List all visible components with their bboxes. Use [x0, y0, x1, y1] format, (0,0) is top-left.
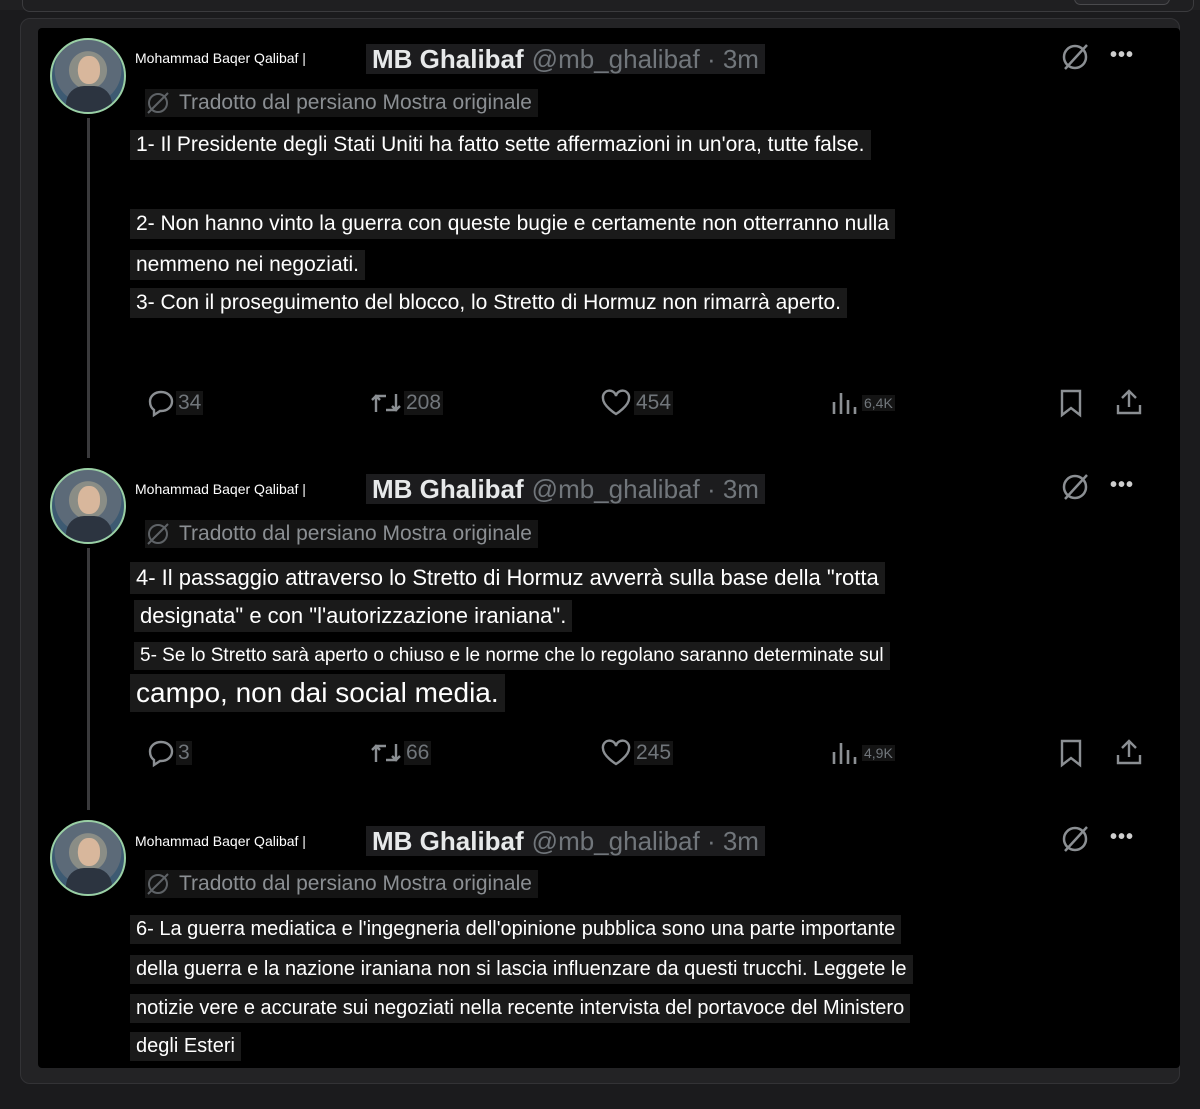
tweet-text-line: della guerra e la nazione iraniana non s… — [130, 955, 913, 984]
repost-count: 66 — [404, 741, 432, 765]
repost-arrows-icon — [371, 744, 401, 762]
translation-note[interactable]: Tradotto dal persiano Mostra originale — [145, 89, 538, 117]
tweet-text-line: 1- Il Presidente degli Stati Uniti ha fa… — [130, 130, 871, 160]
tweet-text-line: 6- La guerra mediatica e l'ingegneria de… — [130, 915, 902, 944]
reply-button[interactable]: 34 — [146, 388, 204, 418]
grok-icon[interactable] — [1060, 472, 1090, 502]
views-count: 4,9K — [862, 745, 895, 761]
speech-bubble-icon — [148, 390, 174, 418]
author-prefix: Mohammad Baqer Qalibaf | — [135, 833, 306, 849]
tweet-text-line: nemmeno nei negoziati. — [130, 250, 365, 280]
heart-icon — [601, 739, 631, 766]
tweet-text-line: degli Esteri — [130, 1032, 241, 1061]
translation-note[interactable]: Tradotto dal persiano Mostra originale — [145, 870, 538, 898]
share-upload-icon[interactable] — [1114, 737, 1144, 767]
translate-icon — [147, 92, 169, 114]
tweet-text-line: 5- Se lo Stretto sarà aperto o chiuso e … — [134, 642, 890, 670]
like-count: 245 — [634, 741, 674, 765]
author-prefix: Mohammad Baqer Qalibaf | — [135, 481, 306, 497]
tweet-text-line: notizie vere e accurate sui negoziati ne… — [130, 994, 911, 1023]
action-bar: 34 208 454 6,4K — [0, 384, 1200, 424]
more-dots-icon[interactable]: ••• — [1110, 44, 1134, 67]
views-button[interactable]: 4,9K — [828, 738, 895, 768]
top-frame — [22, 0, 1194, 12]
top-pill-button[interactable] — [1074, 0, 1170, 5]
bar-chart-icon — [832, 393, 857, 414]
bar-chart-icon — [832, 743, 857, 764]
tweet-text-line: 2- Non hanno vinto la guerra con queste … — [130, 209, 896, 239]
tweet-text-line: 3- Con il proseguimento del blocco, lo S… — [130, 288, 847, 318]
views-count: 6,4K — [862, 395, 895, 411]
handle-and-time[interactable]: @mb_ghalibaf · 3m — [532, 826, 759, 857]
speech-bubble-icon — [148, 740, 174, 768]
grok-icon[interactable] — [1060, 824, 1090, 854]
repost-button[interactable]: 208 — [368, 388, 444, 418]
tweet-text-line: 4- Il passaggio attraverso lo Stretto di… — [130, 562, 885, 594]
share-upload-icon[interactable] — [1114, 387, 1144, 417]
translate-icon — [147, 873, 169, 895]
repost-count: 208 — [404, 391, 444, 415]
reply-button[interactable]: 3 — [146, 738, 192, 768]
handle-and-time[interactable]: @mb_ghalibaf · 3m — [532, 474, 759, 505]
author-header[interactable]: MB Ghalibaf @mb_ghalibaf · 3m — [366, 44, 765, 74]
action-bar: 3 66 245 4,9K — [0, 736, 1200, 776]
thread-panel — [38, 28, 1180, 1068]
like-button[interactable]: 245 — [598, 738, 674, 768]
bookmark-icon[interactable] — [1058, 388, 1084, 418]
avatar[interactable] — [50, 468, 126, 544]
like-count: 454 — [634, 391, 674, 415]
translation-text[interactable]: Tradotto dal persiano Mostra originale — [179, 91, 532, 115]
translation-text[interactable]: Tradotto dal persiano Mostra originale — [179, 872, 532, 896]
like-button[interactable]: 454 — [598, 388, 674, 418]
display-name[interactable]: MB Ghalibaf — [372, 474, 524, 505]
tweet-text-line: campo, non dai social media. — [130, 674, 505, 712]
translation-note[interactable]: Tradotto dal persiano Mostra originale — [145, 520, 538, 548]
avatar[interactable] — [50, 820, 126, 896]
views-button[interactable]: 6,4K — [828, 388, 895, 418]
repost-arrows-icon — [371, 394, 401, 412]
bookmark-icon[interactable] — [1058, 738, 1084, 768]
tweet-text-line: designata" e con "l'autorizzazione irani… — [134, 600, 573, 632]
more-dots-icon[interactable]: ••• — [1110, 474, 1134, 497]
translation-text[interactable]: Tradotto dal persiano Mostra originale — [179, 522, 532, 546]
translate-icon — [147, 523, 169, 545]
more-dots-icon[interactable]: ••• — [1110, 826, 1134, 849]
handle-and-time[interactable]: @mb_ghalibaf · 3m — [532, 44, 759, 75]
display-name[interactable]: MB Ghalibaf — [372, 826, 524, 857]
author-prefix: Mohammad Baqer Qalibaf | — [135, 50, 306, 66]
heart-icon — [601, 389, 631, 416]
reply-count: 3 — [176, 741, 192, 765]
display-name[interactable]: MB Ghalibaf — [372, 44, 524, 75]
grok-icon[interactable] — [1060, 42, 1090, 72]
reply-count: 34 — [176, 391, 204, 415]
author-header[interactable]: MB Ghalibaf @mb_ghalibaf · 3m — [366, 474, 765, 504]
author-header[interactable]: MB Ghalibaf @mb_ghalibaf · 3m — [366, 826, 765, 856]
avatar[interactable] — [50, 38, 126, 114]
repost-button[interactable]: 66 — [368, 738, 432, 768]
